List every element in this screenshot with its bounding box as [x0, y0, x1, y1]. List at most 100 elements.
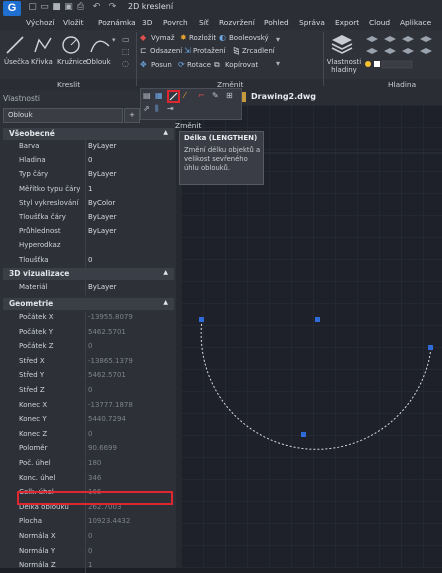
property-value[interactable]: 0: [88, 156, 92, 164]
property-row[interactable]: Počátek Y 5462.5701: [3, 325, 174, 340]
layer-properties-button[interactable]: Vlastnosti hladiny: [326, 58, 362, 74]
more-modify-icon[interactable]: ▾: [276, 35, 280, 44]
property-row[interactable]: Průhlednost ByLayer: [3, 225, 174, 240]
scale-icon[interactable]: ⇗: [143, 104, 150, 113]
property-row[interactable]: Konc. úhel 346: [3, 471, 174, 486]
property-value[interactable]: -13955.8079: [88, 313, 133, 321]
break-icon[interactable]: ⁄: [184, 91, 185, 100]
property-row[interactable]: Normála Y 0: [3, 544, 174, 559]
array-icon[interactable]: ▦: [155, 91, 163, 100]
property-row[interactable]: Střed Y 5462.5701: [3, 369, 174, 384]
property-row[interactable]: Styl vykreslování ByColor: [3, 196, 174, 211]
property-row[interactable]: Hyperodkaz: [3, 239, 174, 254]
property-value[interactable]: 180: [88, 459, 101, 467]
property-value[interactable]: ByLayer: [88, 283, 116, 291]
open-folder-icon[interactable]: ▭: [40, 3, 49, 12]
menu-export[interactable]: Export: [335, 18, 359, 27]
print-icon[interactable]: ⎙: [76, 3, 85, 12]
property-value[interactable]: 5462.5701: [88, 371, 126, 379]
property-row[interactable]: Plocha 10923.4432: [3, 515, 174, 530]
property-row[interactable]: Poloměr 90.6699: [3, 442, 174, 457]
property-value[interactable]: 0: [88, 342, 92, 350]
new-file-icon[interactable]: ▢: [28, 3, 37, 12]
property-row[interactable]: Tloušťka 0: [3, 253, 174, 268]
property-row[interactable]: Tloušťka čáry ByLayer: [3, 211, 174, 225]
menu-sit[interactable]: Síť: [199, 18, 209, 27]
select-objects-button[interactable]: +: [124, 108, 140, 123]
more-draw-icon[interactable]: ▾: [112, 36, 116, 44]
erase-button[interactable]: Vymaž: [151, 34, 175, 42]
boolean-button[interactable]: Booleovský: [229, 34, 269, 42]
property-value[interactable]: 90.6699: [88, 444, 117, 452]
modify-extra-icon[interactable]: ▾: [276, 59, 280, 68]
tab-drawing2[interactable]: Drawing2.dwg: [251, 92, 316, 101]
trim-icon[interactable]: ⫼: [155, 104, 159, 114]
property-value[interactable]: ByLayer: [88, 142, 116, 150]
fillet-icon[interactable]: ⌐: [198, 91, 205, 100]
property-row[interactable]: Konec Y 5440.7294: [3, 413, 174, 428]
property-row[interactable]: Normála X 0: [3, 530, 174, 544]
property-value[interactable]: 5440.7294: [88, 415, 126, 423]
property-row[interactable]: Konec X -13777.1878: [3, 398, 174, 413]
property-value[interactable]: 1: [88, 185, 92, 193]
property-row[interactable]: Měřítko typu čáry 1: [3, 182, 174, 197]
menu-vlozit[interactable]: Vložit: [63, 18, 83, 27]
property-value[interactable]: -13865.1379: [88, 357, 133, 365]
property-row[interactable]: Hladina 0: [3, 154, 174, 169]
object-type-select[interactable]: Oblouk: [3, 108, 123, 123]
property-row[interactable]: Poč. úhel 180: [3, 457, 174, 471]
mirror-button[interactable]: Zrcadlení: [242, 47, 275, 55]
property-value[interactable]: 0: [88, 547, 92, 555]
section-general[interactable]: Všeobecné ▲: [3, 128, 174, 140]
property-value[interactable]: 10923.4432: [88, 517, 130, 525]
property-value[interactable]: 0: [88, 256, 92, 264]
property-value[interactable]: ByColor: [88, 199, 115, 207]
property-row[interactable]: Střed Z 0: [3, 384, 174, 398]
property-row[interactable]: Typ čáry ByLayer: [3, 168, 174, 183]
property-row[interactable]: Počátek Z 0: [3, 340, 174, 355]
redo-icon[interactable]: ↷: [108, 3, 117, 12]
section-3d-visualization[interactable]: 3D vizualizace ▲: [3, 268, 174, 280]
property-row[interactable]: Materiál ByLayer: [3, 281, 174, 295]
property-value[interactable]: 0: [88, 532, 92, 540]
app-logo-icon[interactable]: G: [3, 1, 21, 16]
offset-button[interactable]: Odsazení: [150, 47, 182, 55]
explode-button[interactable]: Rozložit: [189, 34, 216, 42]
menu-povrch[interactable]: Povrch: [163, 18, 188, 27]
property-value[interactable]: ByLayer: [88, 227, 116, 235]
arc-button[interactable]: Oblouk: [86, 58, 111, 66]
menu-aplikace[interactable]: Aplikace: [400, 18, 431, 27]
edit-icon[interactable]: ✎: [212, 91, 219, 100]
layer-tools-grid[interactable]: [362, 33, 440, 73]
property-row[interactable]: Počátek X -13955.8079: [3, 311, 174, 325]
menu-sprava[interactable]: Správa: [299, 18, 325, 27]
property-value[interactable]: ByLayer: [88, 170, 116, 178]
section-geometry[interactable]: Geometrie ▲: [3, 298, 174, 310]
rotate-button[interactable]: Rotace: [187, 61, 211, 69]
menu-poznamka[interactable]: Poznámka: [98, 18, 136, 27]
property-value[interactable]: ByLayer: [88, 213, 116, 221]
layer-panel-title[interactable]: Hladina: [388, 80, 416, 89]
line-button[interactable]: Úsečka: [4, 58, 29, 66]
property-value[interactable]: 5462.5701: [88, 328, 126, 336]
polyline-button[interactable]: Křivka: [31, 58, 53, 66]
save-as-icon[interactable]: ▣: [64, 3, 73, 12]
property-row[interactable]: Konec Z 0: [3, 427, 174, 442]
property-row[interactable]: Střed X -13865.1379: [3, 354, 174, 369]
stretch-button[interactable]: Protažení: [193, 47, 226, 55]
lengthen-button[interactable]: [167, 90, 180, 103]
property-value[interactable]: 0: [88, 386, 92, 394]
property-value[interactable]: 0: [88, 430, 92, 438]
align-icon[interactable]: ▤: [143, 91, 151, 100]
extend-icon[interactable]: ⇥: [167, 104, 174, 113]
workspace-selector[interactable]: 2D kreslení: [128, 2, 173, 11]
circle-button[interactable]: Kružnice: [57, 58, 87, 66]
property-value[interactable]: -13777.1878: [88, 401, 133, 409]
move-button[interactable]: Posun: [151, 61, 172, 69]
menu-pohled[interactable]: Pohled: [264, 18, 289, 27]
property-row[interactable]: Normála Z1: [3, 559, 174, 573]
menu-cloud[interactable]: Cloud: [369, 18, 390, 27]
draw-extra-icons[interactable]: ▭ ⬚ ◌: [122, 34, 134, 74]
save-icon[interactable]: ■: [52, 3, 61, 12]
menu-vychozi[interactable]: Výchozí: [26, 18, 54, 27]
